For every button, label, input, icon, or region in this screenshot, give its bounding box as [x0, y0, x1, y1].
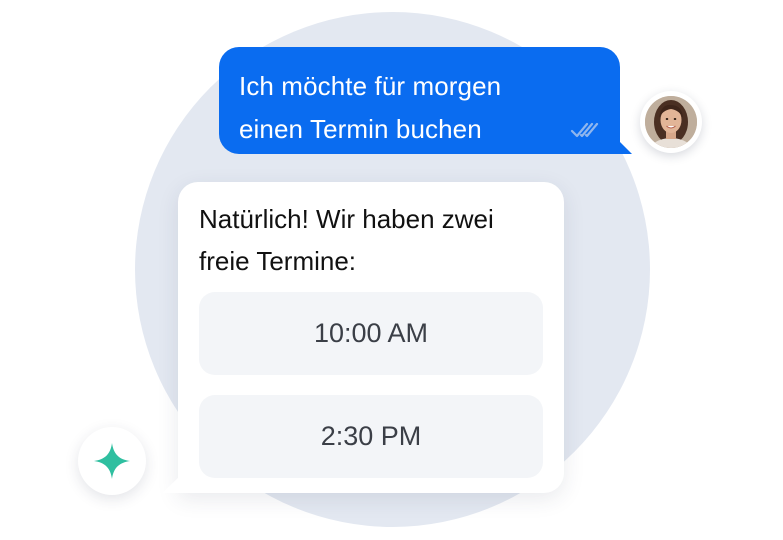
- double-check-icon: [570, 120, 602, 140]
- user-message-line-1: Ich möchte für morgen: [239, 71, 502, 101]
- assistant-bubble-tail: [162, 476, 180, 493]
- user-message-line-2: einen Termin buchen: [239, 114, 482, 144]
- chat-illustration: Ich möchte für morgen einen Termin buche…: [0, 0, 783, 540]
- user-message-bubble: Ich möchte für morgen einen Termin buche…: [219, 47, 620, 154]
- time-slot-option[interactable]: 2:30 PM: [199, 395, 543, 478]
- user-bubble-tail: [614, 136, 632, 154]
- assistant-badge: [78, 427, 146, 495]
- time-slot-option[interactable]: 10:00 AM: [199, 292, 543, 375]
- user-avatar-photo-icon: [645, 96, 697, 148]
- assistant-message-line-1: Natürlich! Wir haben zwei: [199, 204, 494, 234]
- sparkle-icon: [94, 443, 130, 479]
- assistant-message-bubble: Natürlich! Wir haben zwei freie Termine:…: [178, 182, 564, 493]
- user-avatar: [640, 91, 702, 153]
- assistant-message-line-2: freie Termine:: [199, 246, 357, 276]
